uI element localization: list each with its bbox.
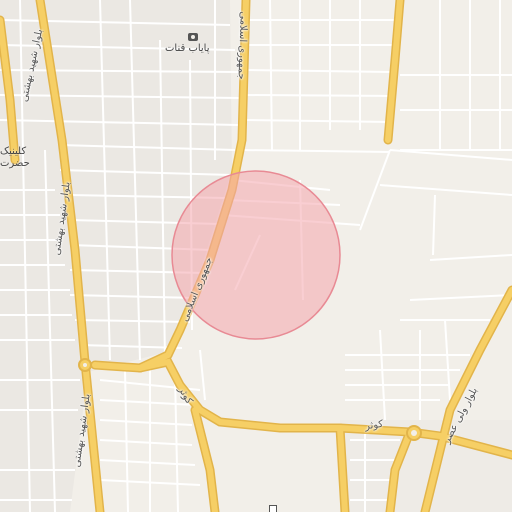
map-view[interactable]: پایاب قنات جمهوری اسلامی جمهوری اسلامی ب… — [0, 0, 512, 512]
highlight-circle[interactable] — [171, 170, 341, 340]
poi-clinic-line1[interactable]: کلینیک — [0, 146, 26, 157]
poi-clinic-line2[interactable]: حضرت — [0, 158, 30, 169]
building-icon[interactable] — [269, 505, 277, 512]
camera-icon[interactable] — [188, 33, 198, 41]
poi-payab-qanat-label[interactable]: پایاب قنات — [165, 43, 210, 54]
